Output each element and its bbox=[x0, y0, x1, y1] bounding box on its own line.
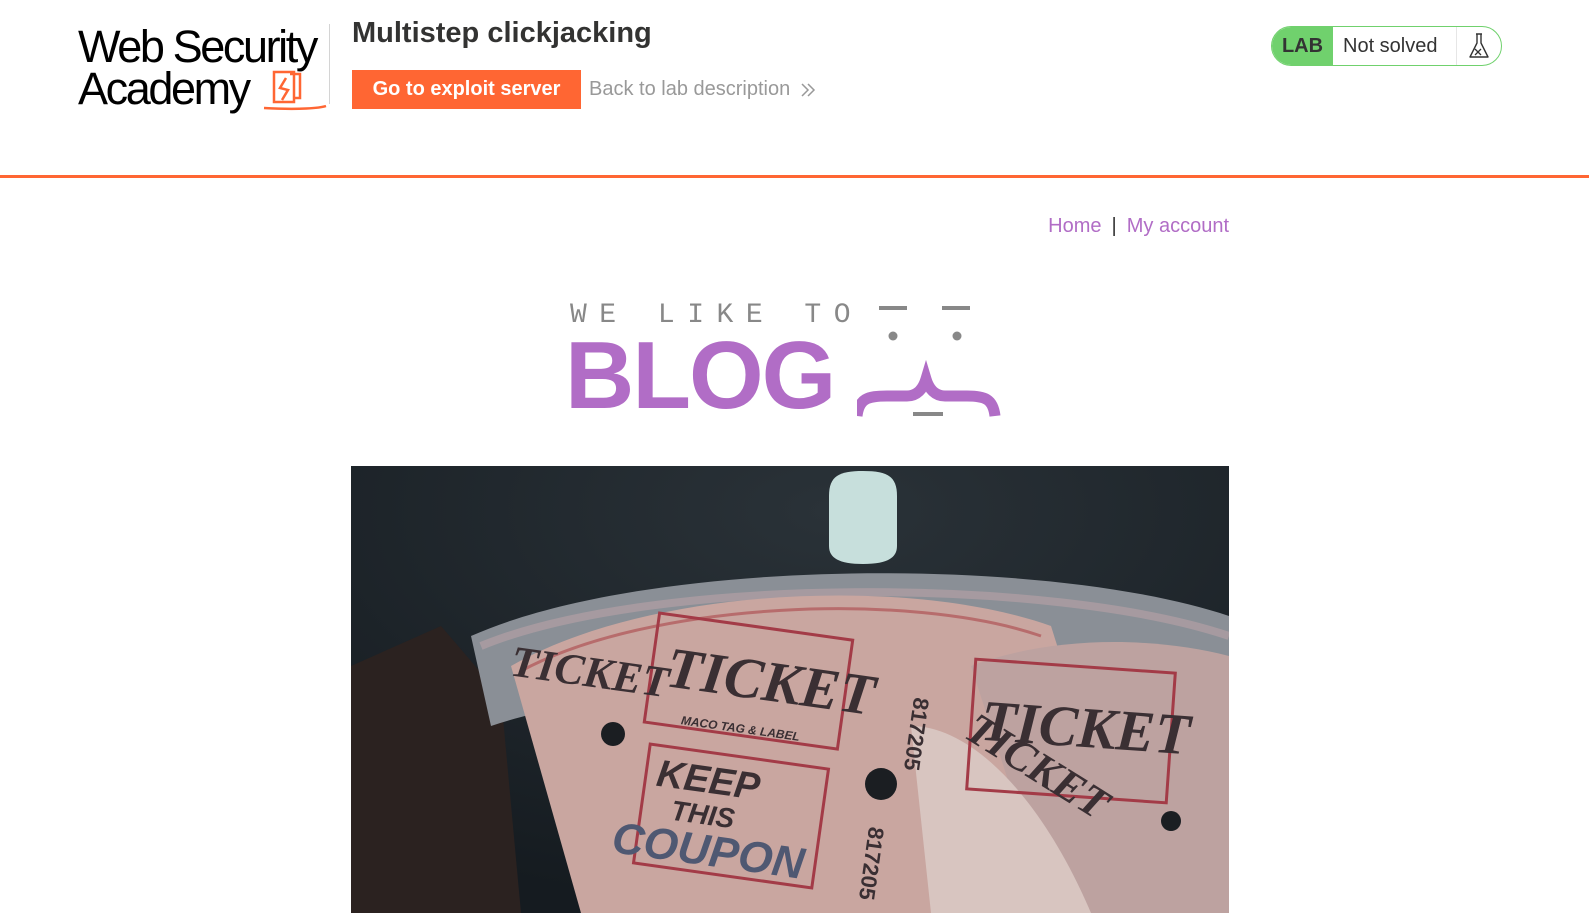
lab-status-text: Not solved bbox=[1333, 27, 1457, 65]
web-security-academy-logo[interactable]: Web Security Academy bbox=[78, 20, 328, 116]
nav-home-link[interactable]: Home bbox=[1048, 215, 1101, 237]
blog-top-nav: Home | My account bbox=[1000, 215, 1229, 238]
lab-title: Multistep clickjacking bbox=[352, 17, 652, 49]
go-to-exploit-server-button[interactable]: Go to exploit server bbox=[352, 70, 581, 109]
back-link-label: Back to lab description bbox=[589, 78, 791, 100]
blog-post-image[interactable]: TICKET TICKET TICKET TICKET MACO TAG & L… bbox=[351, 466, 1229, 913]
back-to-lab-description-link[interactable]: Back to lab description bbox=[589, 78, 816, 101]
academy-header: Web Security Academy Multistep clickjack… bbox=[0, 0, 1589, 178]
nav-separator: | bbox=[1111, 215, 1117, 237]
logo-mark-icon bbox=[263, 70, 327, 111]
blog-face-icon bbox=[857, 306, 1001, 417]
flask-icon bbox=[1469, 33, 1489, 58]
ticket-roll-illustration: TICKET TICKET TICKET TICKET MACO TAG & L… bbox=[351, 466, 1229, 913]
app-root: Web Security Academy Multistep clickjack… bbox=[0, 0, 1589, 913]
blog-banner: WE LIKE TO BLOG bbox=[565, 296, 1015, 426]
double-chevron-right-icon bbox=[801, 82, 816, 97]
flask-icon-container bbox=[1457, 27, 1501, 65]
nav-my-account-link[interactable]: My account bbox=[1127, 215, 1229, 237]
lab-badge: LAB bbox=[1272, 27, 1333, 65]
logo-line-2: Academy bbox=[78, 63, 251, 114]
header-divider bbox=[329, 24, 330, 104]
lab-status-widget: LAB Not solved bbox=[1271, 26, 1502, 66]
banner-blog-word: BLOG bbox=[565, 322, 836, 429]
